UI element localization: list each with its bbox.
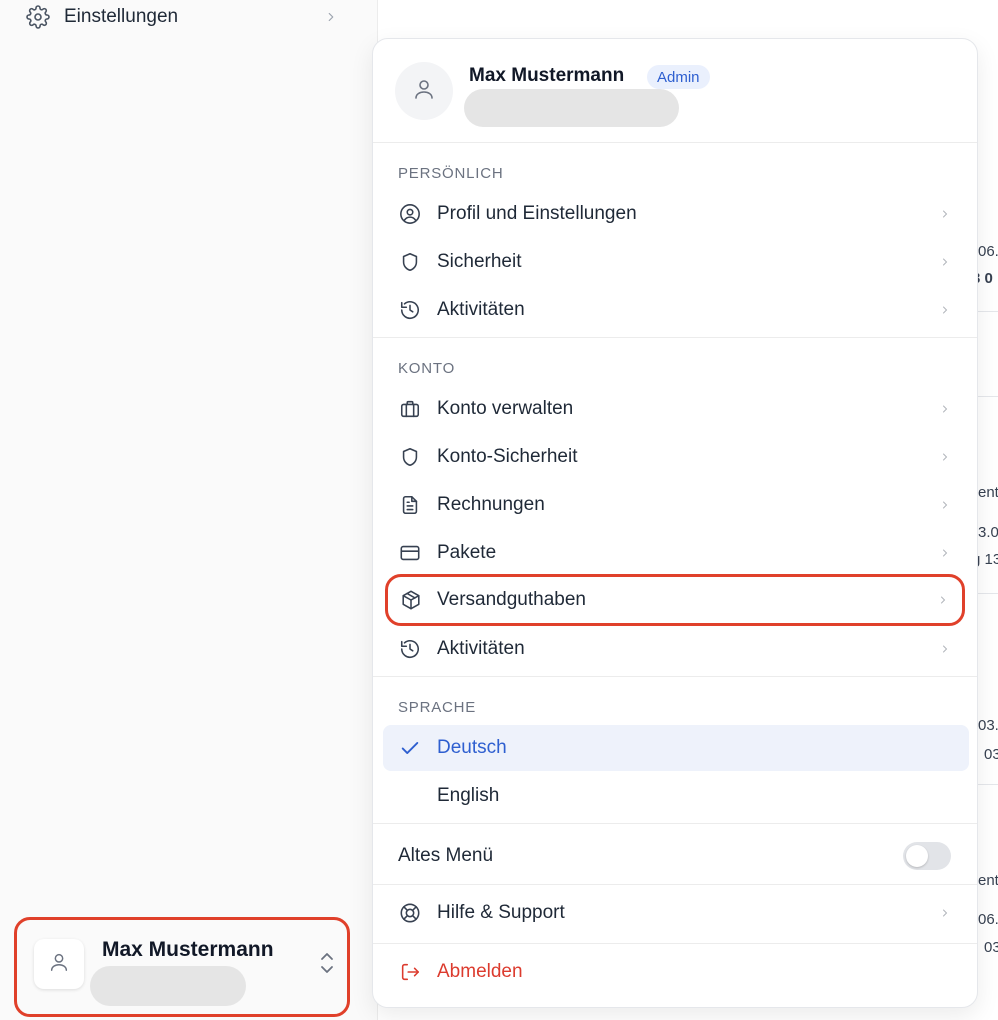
user-icon (48, 951, 70, 978)
background-text: ent (978, 872, 998, 889)
chevron-right-icon (939, 207, 951, 221)
chevron-right-icon (939, 642, 951, 656)
menu-item-manage-account[interactable]: Konto verwalten (383, 386, 969, 432)
chevron-up-down-icon (317, 950, 337, 976)
divider (373, 943, 977, 944)
old-menu-label: Altes Menü (398, 845, 494, 866)
background-text: 03 (984, 939, 998, 956)
menu-item-security[interactable]: Sicherheit (383, 239, 969, 285)
divider (978, 784, 998, 785)
menu-item-label: Konto-Sicherheit (437, 446, 578, 467)
check-icon (399, 737, 421, 759)
background-text: 3.0 (978, 524, 998, 541)
user-circle-icon (399, 203, 421, 225)
history-icon (399, 299, 421, 321)
background-text: 03 (984, 746, 998, 763)
chevron-right-icon (324, 10, 338, 24)
menu-header: Max Mustermann Admin (373, 39, 977, 143)
menu-item-label: Abmelden (437, 961, 523, 982)
logout-icon (399, 961, 421, 983)
background-text: ent (978, 484, 998, 501)
logout-button[interactable]: Abmelden (383, 949, 969, 995)
toggle-knob (906, 845, 928, 867)
sidebar-item-settings[interactable]: Einstellungen (14, 0, 354, 34)
menu-item-label: Profil und Einstellungen (437, 203, 637, 224)
menu-item-label: Aktivitäten (437, 638, 525, 659)
chevron-right-icon (939, 303, 951, 317)
menu-item-help-support[interactable]: Hilfe & Support (383, 890, 969, 936)
redacted-email (90, 966, 246, 1006)
background-text: 06. (978, 911, 998, 928)
menu-item-label: Rechnungen (437, 494, 545, 515)
chevron-right-icon (939, 498, 951, 512)
section-label-account: KONTO (398, 360, 456, 377)
user-name: Max Mustermann (102, 938, 274, 961)
sidebar-item-label: Einstellungen (64, 6, 179, 27)
background-text: 06. (978, 243, 998, 260)
menu-item-label: Pakete (437, 542, 497, 563)
background-text: 03. (978, 717, 998, 734)
redacted-email (464, 89, 679, 127)
divider (373, 676, 977, 677)
menu-item-label: Konto verwalten (437, 398, 574, 419)
section-label-language: SPRACHE (398, 699, 477, 716)
package-icon (400, 589, 422, 611)
menu-item-account-activities[interactable]: Aktivitäten (383, 626, 969, 672)
menu-item-label: English (437, 785, 500, 806)
menu-item-label: Hilfe & Support (437, 902, 565, 923)
avatar (34, 939, 84, 989)
credit-card-icon (399, 542, 421, 564)
divider (978, 396, 998, 397)
divider (978, 593, 998, 594)
menu-item-invoices[interactable]: Rechnungen (383, 482, 969, 528)
lifebuoy-icon (399, 902, 421, 924)
chevron-right-icon (939, 906, 951, 920)
menu-item-packages[interactable]: Pakete (383, 530, 969, 576)
old-menu-toggle[interactable] (903, 842, 951, 870)
divider (373, 884, 977, 885)
menu-item-label: Aktivitäten (437, 299, 525, 320)
shield-icon (399, 251, 421, 273)
chevron-right-icon (939, 402, 951, 416)
menu-item-label: Versandguthaben (437, 589, 586, 610)
history-icon (399, 638, 421, 660)
user-name: Max Mustermann (469, 65, 625, 86)
chevron-right-icon (937, 593, 949, 607)
menu-item-account-security[interactable]: Konto-Sicherheit (383, 434, 969, 480)
divider (373, 823, 977, 824)
chevron-right-icon (939, 450, 951, 464)
divider (978, 311, 998, 312)
section-label-personal: PERSÖNLICH (398, 165, 504, 182)
chevron-right-icon (939, 546, 951, 560)
user-icon (412, 77, 436, 106)
user-menu-trigger[interactable]: Max Mustermann (14, 917, 350, 1017)
role-badge: Admin (647, 65, 710, 89)
menu-item-activities[interactable]: Aktivitäten (383, 287, 969, 333)
menu-item-label: Deutsch (437, 737, 507, 758)
sidebar: Einstellungen Max Mustermann (0, 0, 378, 1020)
shield-icon (399, 446, 421, 468)
document-icon (399, 494, 421, 516)
menu-item-profile[interactable]: Profil und Einstellungen (383, 191, 969, 237)
divider (373, 337, 977, 338)
gear-icon (26, 5, 50, 29)
old-menu-row: Altes Menü (373, 829, 977, 885)
language-option-english[interactable]: English (383, 773, 969, 819)
briefcase-icon (399, 398, 421, 420)
chevron-right-icon (939, 255, 951, 269)
menu-item-shipping-credit[interactable]: Versandguthaben (385, 574, 965, 626)
menu-item-label: Sicherheit (437, 251, 522, 272)
avatar (395, 62, 453, 120)
language-option-deutsch[interactable]: Deutsch (383, 725, 969, 771)
user-dropdown-menu: Max Mustermann Admin PERSÖNLICH Profil u… (372, 38, 978, 1008)
